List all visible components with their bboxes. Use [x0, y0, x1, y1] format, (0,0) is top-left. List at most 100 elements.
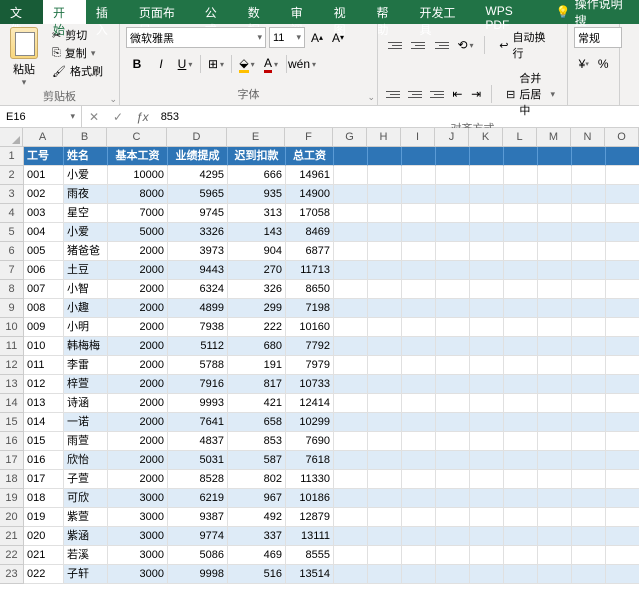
cell-O15[interactable]	[606, 413, 639, 432]
cell-F9[interactable]: 7198	[286, 299, 334, 318]
cell-B6[interactable]: 猪爸爸	[64, 242, 108, 261]
cell-J8[interactable]	[436, 280, 470, 299]
cell-O17[interactable]	[606, 451, 639, 470]
percent-button[interactable]: %	[594, 53, 614, 75]
cell-C21[interactable]: 3000	[108, 527, 168, 546]
cell-O10[interactable]	[606, 318, 639, 337]
cell-A4[interactable]: 003	[24, 204, 64, 223]
cell-J23[interactable]	[436, 565, 470, 584]
align-top-button[interactable]	[384, 36, 404, 54]
row-header-5[interactable]: 5	[0, 223, 24, 242]
row-header-11[interactable]: 11	[0, 337, 24, 356]
cell-B21[interactable]: 紫涵	[64, 527, 108, 546]
col-header-E[interactable]: E	[227, 128, 285, 147]
cell-L22[interactable]	[504, 546, 538, 565]
cell-G13[interactable]	[334, 375, 368, 394]
cell-D17[interactable]: 5031	[168, 451, 228, 470]
cell-M3[interactable]	[538, 185, 572, 204]
cell-H8[interactable]	[368, 280, 402, 299]
cell-J9[interactable]	[436, 299, 470, 318]
cell-J12[interactable]	[436, 356, 470, 375]
cell-G14[interactable]	[334, 394, 368, 413]
cell-I23[interactable]	[402, 565, 436, 584]
font-size-select[interactable]: 11▾	[269, 27, 305, 48]
cell-O8[interactable]	[606, 280, 639, 299]
cell-H13[interactable]	[368, 375, 402, 394]
align-left-button[interactable]	[384, 85, 402, 103]
cell-N16[interactable]	[572, 432, 606, 451]
cell-I17[interactable]	[402, 451, 436, 470]
cell-J17[interactable]	[436, 451, 470, 470]
row-header-7[interactable]: 7	[0, 261, 24, 280]
align-center-button[interactable]	[406, 85, 424, 103]
cell-L3[interactable]	[504, 185, 538, 204]
cell-B15[interactable]: 一诺	[64, 413, 108, 432]
cell-K7[interactable]	[470, 261, 504, 280]
cell-J2[interactable]	[436, 166, 470, 185]
row-header-21[interactable]: 21	[0, 527, 24, 546]
cell-B23[interactable]: 子轩	[64, 565, 108, 584]
col-header-I[interactable]: I	[401, 128, 435, 147]
cell-M17[interactable]	[538, 451, 572, 470]
menu-data[interactable]: 数据	[238, 0, 281, 24]
cell-D9[interactable]: 4899	[168, 299, 228, 318]
cell-G21[interactable]	[334, 527, 368, 546]
cell-D5[interactable]: 3326	[168, 223, 228, 242]
cell-I15[interactable]	[402, 413, 436, 432]
cell-A10[interactable]: 009	[24, 318, 64, 337]
cell-J4[interactable]	[436, 204, 470, 223]
cell-A22[interactable]: 021	[24, 546, 64, 565]
cell-L14[interactable]	[504, 394, 538, 413]
menu-file[interactable]: 文件	[0, 0, 43, 24]
cell-A9[interactable]: 008	[24, 299, 64, 318]
menu-review[interactable]: 审阅	[281, 0, 324, 24]
cell-K14[interactable]	[470, 394, 504, 413]
col-header-C[interactable]: C	[107, 128, 167, 147]
decrease-indent-button[interactable]: ⇤	[450, 83, 465, 105]
cell-C19[interactable]: 3000	[108, 489, 168, 508]
cell-M23[interactable]	[538, 565, 572, 584]
cell-G12[interactable]	[334, 356, 368, 375]
cell-K2[interactable]	[470, 166, 504, 185]
cell-A5[interactable]: 004	[24, 223, 64, 242]
cell-C9[interactable]: 2000	[108, 299, 168, 318]
cell-K9[interactable]	[470, 299, 504, 318]
row-header-22[interactable]: 22	[0, 546, 24, 565]
cell-N2[interactable]	[572, 166, 606, 185]
cell-N14[interactable]	[572, 394, 606, 413]
col-header-A[interactable]: A	[23, 128, 63, 147]
bold-button[interactable]: B	[126, 53, 148, 75]
cell-O23[interactable]	[606, 565, 639, 584]
cell-E13[interactable]: 817	[228, 375, 286, 394]
menu-help[interactable]: 帮助	[367, 0, 410, 24]
cell-H18[interactable]	[368, 470, 402, 489]
cell-D8[interactable]: 6324	[168, 280, 228, 299]
cell-N23[interactable]	[572, 565, 606, 584]
row-header-18[interactable]: 18	[0, 470, 24, 489]
cell-A16[interactable]: 015	[24, 432, 64, 451]
cell-G17[interactable]	[334, 451, 368, 470]
col-header-D[interactable]: D	[167, 128, 227, 147]
cell-A23[interactable]: 022	[24, 565, 64, 584]
cell-G2[interactable]	[334, 166, 368, 185]
row-header-1[interactable]: 1	[0, 147, 24, 166]
cell-N11[interactable]	[572, 337, 606, 356]
row-header-17[interactable]: 17	[0, 451, 24, 470]
menu-view[interactable]: 视图	[324, 0, 367, 24]
cell-N3[interactable]	[572, 185, 606, 204]
cell-M7[interactable]	[538, 261, 572, 280]
cell-A8[interactable]: 007	[24, 280, 64, 299]
increase-font-button[interactable]: A▴	[308, 29, 326, 47]
cell-O2[interactable]	[606, 166, 639, 185]
cell-I10[interactable]	[402, 318, 436, 337]
cell-A3[interactable]: 002	[24, 185, 64, 204]
cell-C18[interactable]: 2000	[108, 470, 168, 489]
row-header-13[interactable]: 13	[0, 375, 24, 394]
cell-M1[interactable]	[538, 147, 572, 166]
cell-M13[interactable]	[538, 375, 572, 394]
cell-O21[interactable]	[606, 527, 639, 546]
cell-D21[interactable]: 9774	[168, 527, 228, 546]
cell-J13[interactable]	[436, 375, 470, 394]
cell-H2[interactable]	[368, 166, 402, 185]
cell-F18[interactable]: 11330	[286, 470, 334, 489]
